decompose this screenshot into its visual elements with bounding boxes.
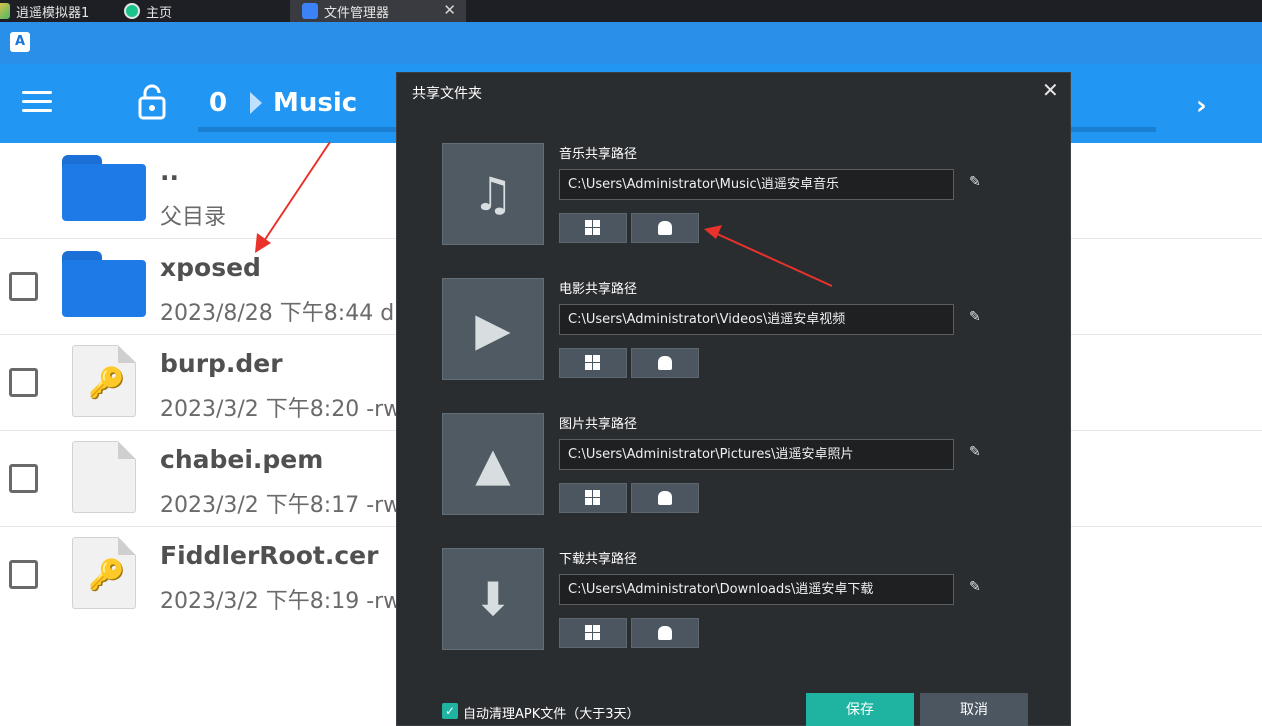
picture-icon: ▲ [442,413,544,515]
edit-icon[interactable]: ✎ [969,444,985,460]
open-windows-button[interactable] [559,618,627,648]
windows-icon [585,355,601,371]
home-icon [124,3,140,19]
app-title-bar: A [0,22,1262,64]
file-name: chabei.pem [160,445,324,474]
edit-icon[interactable]: ✎ [969,309,985,325]
open-android-button[interactable] [631,618,699,648]
breadcrumb-root[interactable]: 0 [209,88,227,118]
video-share-section: ▶ 电影共享路径 C:\Users\Administrator\Videos\逍… [397,278,1072,388]
chevron-right-icon[interactable]: › [1196,91,1207,121]
breadcrumb-current[interactable]: Music [273,88,357,118]
menu-icon[interactable] [22,91,52,113]
file-name: burp.der [160,349,283,378]
select-checkbox[interactable] [9,272,38,301]
video-icon: ▶ [442,278,544,380]
auto-clean-label: 自动清理APK文件（大于3天） [463,707,640,722]
open-windows-button[interactable] [559,348,627,378]
tab-label: 主页 [146,5,173,21]
key-file-icon: 🔑 [72,345,136,417]
android-icon [658,221,672,235]
open-android-button[interactable] [631,483,699,513]
screen: 逍遥模拟器1 主页 文件管理器 ✕ A 0 Music › .. 父目录 xpo… [0,0,1262,726]
file-meta: 父目录 [160,205,227,230]
close-tab-icon[interactable]: ✕ [443,1,456,19]
path-field[interactable]: C:\Users\Administrator\Music\逍遥安卓音乐 [559,169,954,200]
auto-clean-checkbox[interactable]: ✓ [442,703,458,719]
android-icon [658,491,672,505]
open-windows-button[interactable] [559,483,627,513]
open-android-button[interactable] [631,213,699,243]
windows-icon [585,625,601,641]
download-share-section: ⬇ 下载共享路径 C:\Users\Administrator\Download… [397,548,1072,658]
path-field[interactable]: C:\Users\Administrator\Pictures\逍遥安卓照片 [559,439,954,470]
path-field[interactable]: C:\Users\Administrator\Videos\逍遥安卓视频 [559,304,954,335]
close-icon[interactable]: ✕ [1042,78,1059,102]
breadcrumb-separator-icon [250,92,262,114]
open-windows-button[interactable] [559,213,627,243]
select-checkbox[interactable] [9,560,38,589]
window-tab-strip: 逍遥模拟器1 主页 文件管理器 ✕ [0,0,1262,22]
picture-share-section: ▲ 图片共享路径 C:\Users\Administrator\Pictures… [397,413,1072,523]
path-field[interactable]: C:\Users\Administrator\Downloads\逍遥安卓下载 [559,574,954,605]
shared-folder-dialog: 共享文件夹 ✕ ♫ 音乐共享路径 C:\Users\Administrator\… [396,72,1071,726]
music-share-section: ♫ 音乐共享路径 C:\Users\Administrator\Music\逍遥… [397,143,1072,253]
file-meta: 2023/3/2 下午8:19 -rw [160,589,402,614]
section-label: 音乐共享路径 [559,147,638,162]
file-meta: 2023/3/2 下午8:17 -rw [160,493,402,518]
file-icon [72,441,136,513]
file-name: xposed [160,253,261,282]
file-name: FiddlerRoot.cer [160,541,379,570]
file-meta: 2023/8/28 下午8:44 d [160,301,395,326]
windows-icon [585,490,601,506]
section-label: 电影共享路径 [559,282,638,297]
file-manager-icon [302,3,318,19]
file-meta: 2023/3/2 下午8:20 -rw [160,397,402,422]
section-label: 图片共享路径 [559,417,638,432]
edit-icon[interactable]: ✎ [969,579,985,595]
emulator-icon [0,3,10,19]
tab-label: 文件管理器 [324,5,390,21]
cancel-button[interactable]: 取消 [920,693,1028,726]
windows-icon [585,220,601,236]
unlock-icon[interactable] [138,84,166,120]
select-checkbox[interactable] [9,368,38,397]
app-logo: A [10,32,30,52]
android-icon [658,626,672,640]
select-checkbox[interactable] [9,464,38,493]
key-file-icon: 🔑 [72,537,136,609]
section-label: 下载共享路径 [559,552,638,567]
tab-home[interactable]: 主页 [120,0,290,22]
folder-icon [62,155,146,223]
dialog-title: 共享文件夹 [412,86,482,102]
save-button[interactable]: 保存 [806,693,914,726]
tab-emulator[interactable]: 逍遥模拟器1 [0,0,112,22]
file-name: .. [160,157,179,186]
music-note-icon: ♫ [442,143,544,245]
folder-icon [62,251,146,319]
tab-label: 逍遥模拟器1 [16,5,90,21]
tab-file-manager[interactable]: 文件管理器 ✕ [290,0,466,22]
android-icon [658,356,672,370]
download-folder-icon: ⬇ [442,548,544,650]
open-android-button[interactable] [631,348,699,378]
edit-icon[interactable]: ✎ [969,174,985,190]
